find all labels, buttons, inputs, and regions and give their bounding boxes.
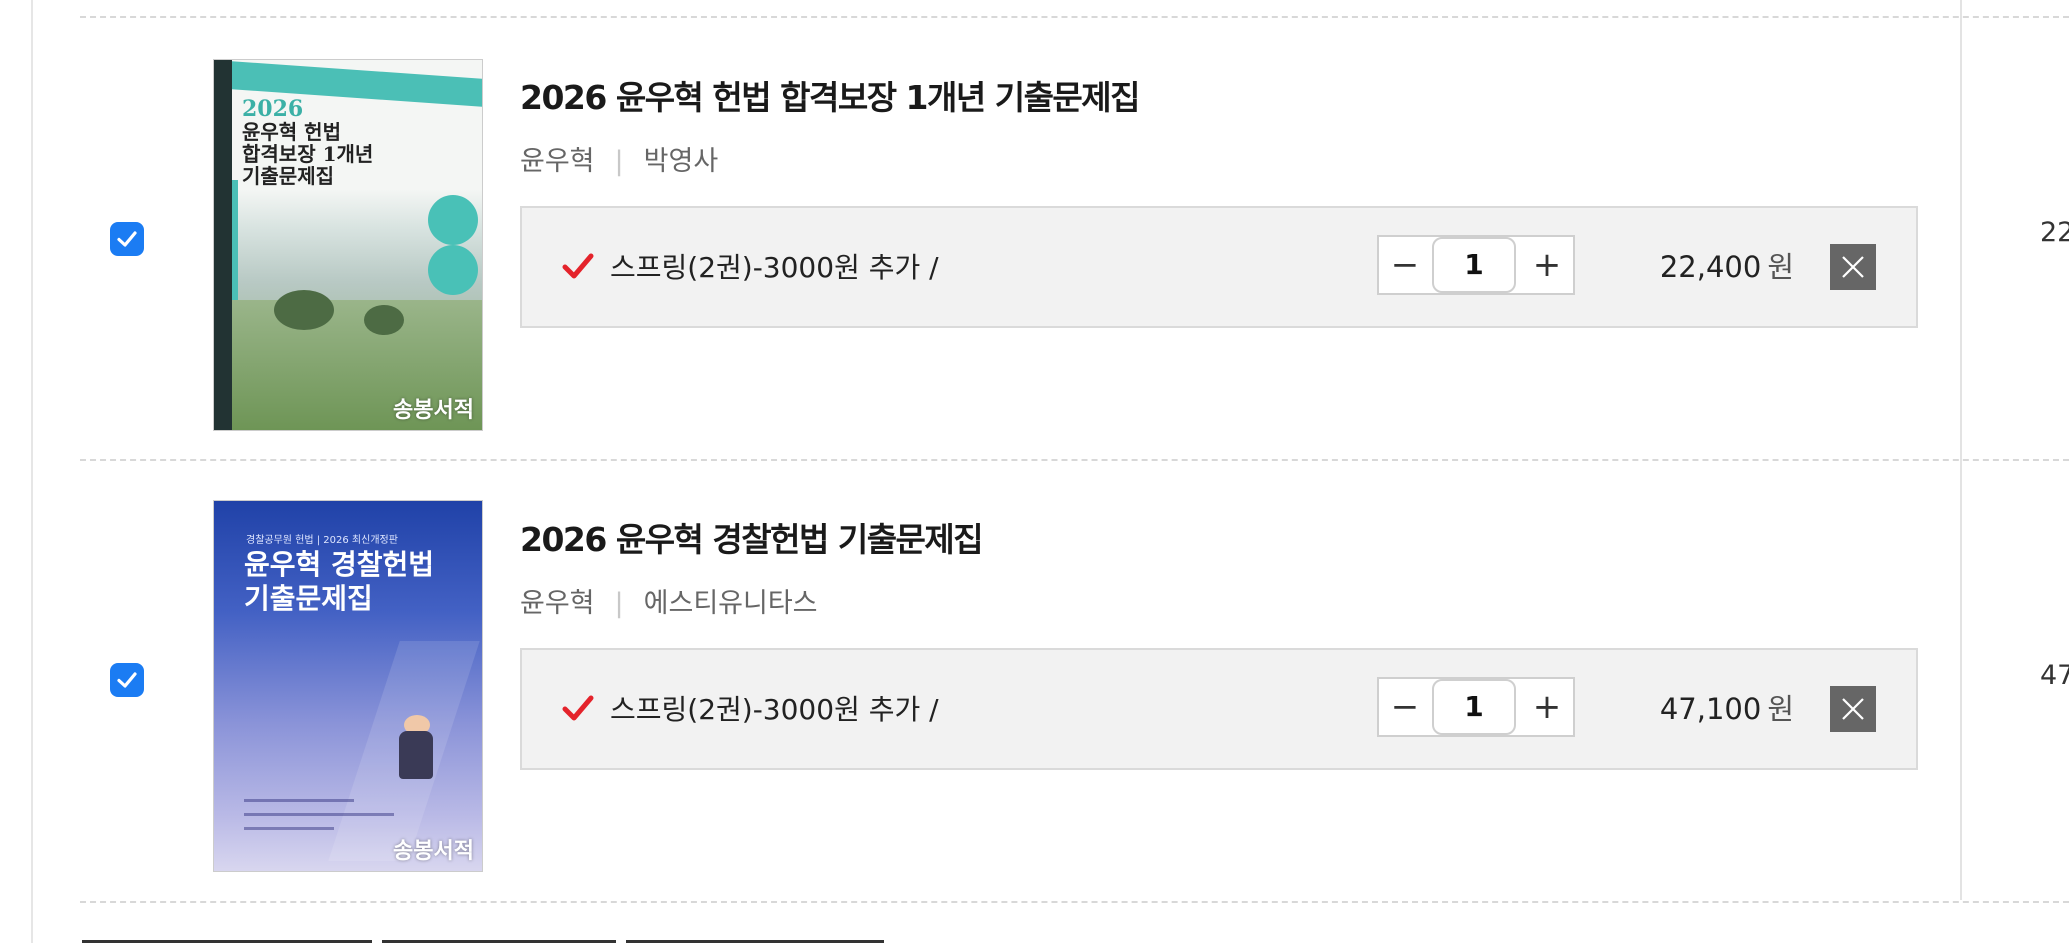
cart-item: 2026 윤우혁 헌법 합격보장 1개년 기출문제집 송봉서적 2026 윤우혁… bbox=[0, 17, 2069, 460]
cover-text-line bbox=[244, 813, 394, 816]
option-row: 스프링(2권)-3000원 추가 / − 1 + 22,400 원 bbox=[520, 206, 1918, 328]
cover-top-text: 경찰공무원 헌법 | 2026 최신개정판 bbox=[246, 535, 398, 546]
cover-badge bbox=[428, 245, 478, 295]
cover-title-line: 기출문제집 bbox=[244, 582, 373, 615]
book-title[interactable]: 2026 윤우혁 헌법 합격보장 1개년 기출문제집 bbox=[520, 71, 1141, 119]
cover-badge bbox=[428, 195, 478, 245]
item-select-checkbox[interactable] bbox=[110, 222, 144, 256]
publisher: 박영사 bbox=[643, 146, 719, 177]
book-title[interactable]: 2026 윤우혁 경찰헌법 기출문제집 bbox=[520, 513, 984, 561]
red-check-icon bbox=[562, 695, 594, 721]
option-label: 스프링(2권)-3000원 추가 / bbox=[610, 251, 939, 284]
price-currency: 원 bbox=[1767, 250, 1794, 284]
cover-spine bbox=[214, 60, 232, 430]
check-icon bbox=[117, 672, 137, 688]
increase-quantity-button[interactable]: + bbox=[1521, 679, 1573, 735]
cover-title-line: 기출문제집 bbox=[242, 164, 334, 188]
quantity-input[interactable]: 1 bbox=[1432, 237, 1516, 293]
quantity-stepper: − 1 + bbox=[1377, 235, 1575, 295]
quantity-stepper: − 1 + bbox=[1377, 677, 1575, 737]
item-total-price: 22 bbox=[2040, 217, 2069, 248]
decrease-quantity-button[interactable]: − bbox=[1379, 237, 1431, 293]
item-total-price: 47 bbox=[2040, 660, 2069, 691]
remove-option-button[interactable] bbox=[1830, 244, 1876, 290]
cover-text-line bbox=[244, 827, 334, 830]
price-currency: 원 bbox=[1767, 692, 1794, 726]
cover-title-line: 윤우혁 경찰헌법 bbox=[244, 548, 435, 581]
red-check-icon bbox=[562, 253, 594, 279]
cover-text-line bbox=[244, 799, 354, 802]
check-icon bbox=[117, 231, 137, 247]
cover-figure bbox=[399, 731, 433, 779]
cart-item: 경찰공무원 헌법 | 2026 최신개정판 윤우혁 경찰헌법 기출문제집 송봉서… bbox=[0, 460, 2069, 903]
author: 윤우혁 bbox=[520, 146, 595, 177]
publisher: 에스티유니타스 bbox=[643, 588, 818, 619]
cover-title-line: 윤우혁 헌법 bbox=[242, 120, 341, 144]
cover-title-line: 합격보장 1개년 bbox=[242, 142, 374, 166]
publisher-mark: 송봉서적 bbox=[393, 838, 474, 864]
meta-separator: | bbox=[614, 146, 624, 177]
book-meta: 윤우혁 | 에스티유니타스 bbox=[520, 581, 818, 620]
author: 윤우혁 bbox=[520, 588, 595, 619]
book-cover-image[interactable]: 2026 윤우혁 헌법 합격보장 1개년 기출문제집 송봉서적 bbox=[213, 59, 483, 431]
meta-separator: | bbox=[614, 588, 624, 619]
close-icon bbox=[1842, 256, 1864, 278]
cover-year: 2026 bbox=[242, 96, 304, 122]
cover-tree bbox=[364, 305, 404, 335]
cover-tree bbox=[274, 290, 334, 330]
option-label: 스프링(2권)-3000원 추가 / bbox=[610, 693, 939, 726]
book-meta: 윤우혁 | 박영사 bbox=[520, 139, 718, 178]
option-price: 22,400 원 bbox=[1660, 244, 1794, 286]
price-value: 47,100 bbox=[1659, 692, 1762, 726]
quantity-input[interactable]: 1 bbox=[1432, 679, 1516, 735]
item-select-checkbox[interactable] bbox=[110, 663, 144, 697]
publisher-mark: 송봉서적 bbox=[393, 397, 474, 423]
option-price: 47,100 원 bbox=[1660, 686, 1794, 728]
price-value: 22,400 bbox=[1659, 250, 1762, 284]
increase-quantity-button[interactable]: + bbox=[1521, 237, 1573, 293]
decrease-quantity-button[interactable]: − bbox=[1379, 679, 1431, 735]
book-cover-image[interactable]: 경찰공무원 헌법 | 2026 최신개정판 윤우혁 경찰헌법 기출문제집 송봉서… bbox=[213, 500, 483, 872]
remove-option-button[interactable] bbox=[1830, 686, 1876, 732]
close-icon bbox=[1842, 698, 1864, 720]
option-row: 스프링(2권)-3000원 추가 / − 1 + 47,100 원 bbox=[520, 648, 1918, 770]
